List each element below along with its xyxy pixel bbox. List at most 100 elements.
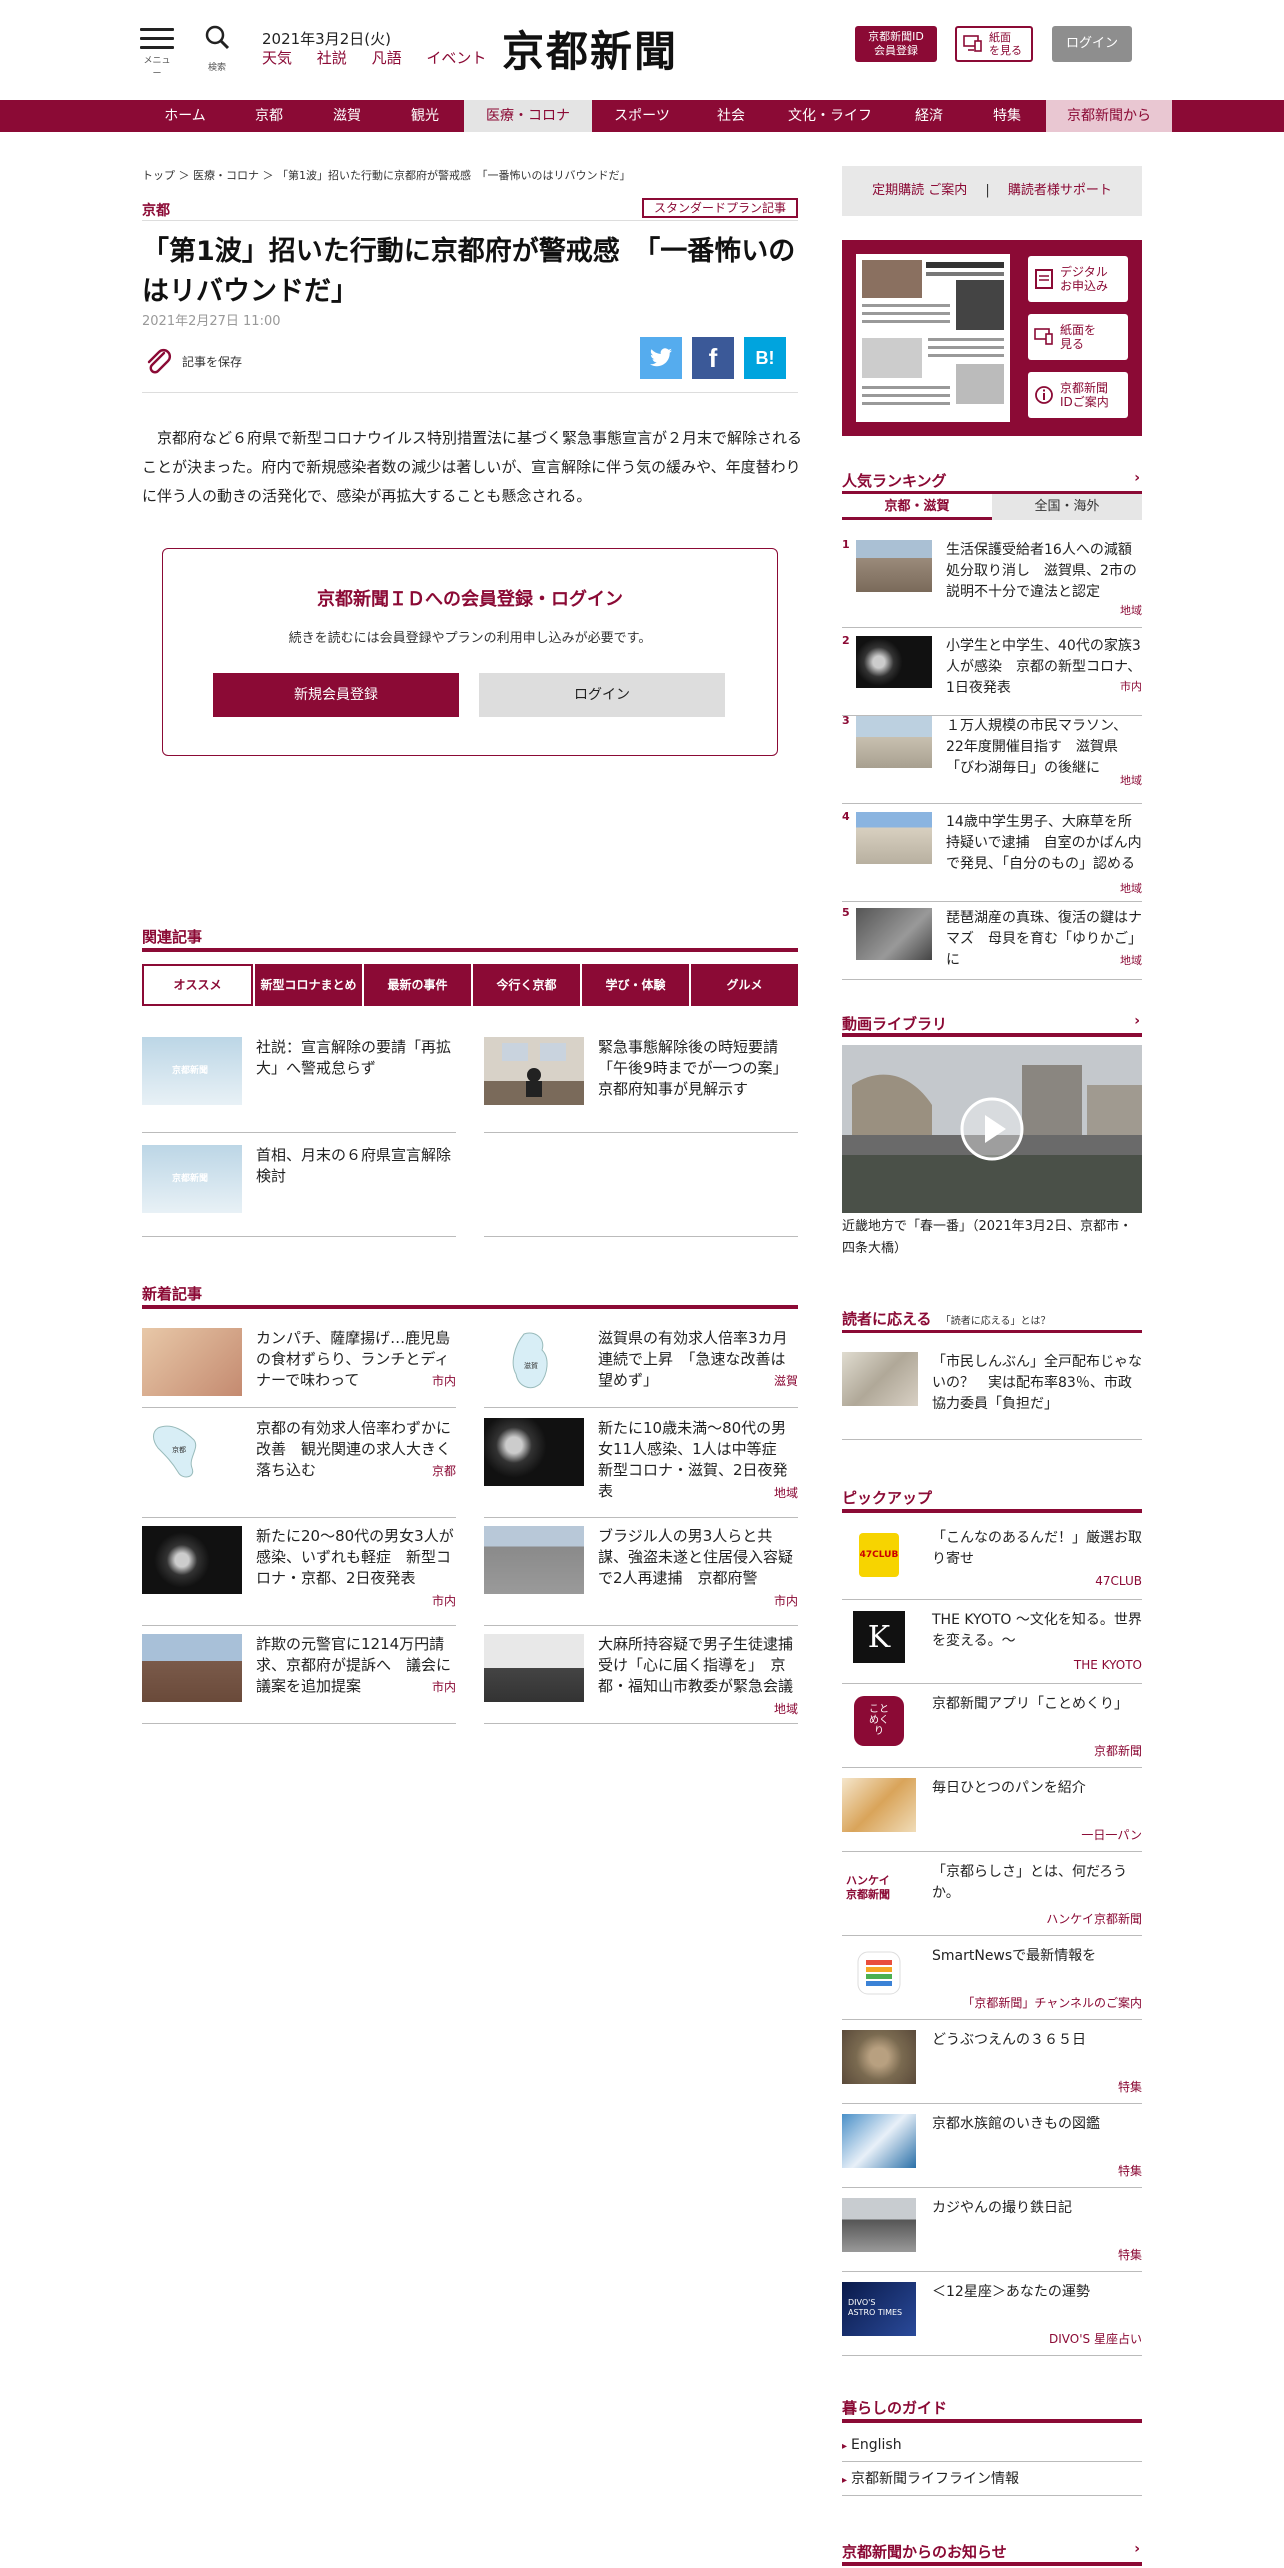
save-article-button[interactable]: 記事を保存	[142, 345, 242, 377]
login-button[interactable]: ログイン	[1052, 26, 1132, 62]
digital-subscribe-button[interactable]: デジタル お申込み	[1028, 256, 1128, 302]
ranking-thumbnail	[856, 812, 932, 864]
pickup-item[interactable]: どうぶつえんの３６５日 特集	[842, 2030, 1142, 2104]
view-paper-button[interactable]: 紙面 を見る	[955, 26, 1033, 62]
support-link[interactable]: 購読者様サポート	[1008, 183, 1112, 198]
list-item[interactable]: 京都 京都の有効求人倍率わずかに改善 観光関連の求人大きく落ち込む 京都	[142, 1418, 456, 1518]
pickup-item[interactable]: DIVO'S ASTRO TIMES ＜12星座＞あなたの運勢 DIVO'S 星…	[842, 2282, 1142, 2356]
nav-tokushu[interactable]: 特集	[968, 100, 1046, 132]
reader-thumbnail	[842, 1352, 918, 1406]
site-logo[interactable]: 京都新聞	[502, 18, 678, 79]
pickup-item[interactable]: カジやんの撮り鉄日記 特集	[842, 2198, 1142, 2272]
nav-sports[interactable]: スポーツ	[592, 100, 692, 132]
list-item[interactable]: 大麻所持容疑で男子生徒逮捕受け「心に届く指導を」 京都・福知山市教委が緊急会議 …	[484, 1634, 798, 1724]
meeting-thumbnail	[484, 1634, 584, 1702]
search-button[interactable]: 検索	[200, 24, 234, 73]
list-item[interactable]: 詐欺の元警官に1214万円請求、京都府が提訴へ 議会に議案を追加提案 市内	[142, 1634, 456, 1724]
list-item[interactable]: 京都新聞 首相、月末の６府県宣言解除検討	[142, 1145, 456, 1237]
main-nav: ホーム 京都 滋賀 観光 医療・コロナ スポーツ 社会 文化・ライフ 経済 特集…	[0, 100, 1284, 132]
nav-kanko[interactable]: 観光	[386, 100, 464, 132]
menu-button[interactable]: メニュー	[140, 28, 174, 79]
member-register-button[interactable]: 京都新聞ID 会員登録	[855, 26, 937, 62]
video-player[interactable]	[842, 1045, 1142, 1213]
id-info-button[interactable]: 京都新聞 IDご案内	[1028, 372, 1128, 418]
pickup-item[interactable]: 47CLUB 「こんなのあるんだ！」厳選お取り寄せ 47CLUB	[842, 1528, 1142, 1600]
reader-sub-link[interactable]: 「読者に応える」とは？	[941, 1316, 1051, 1327]
nav-keizai[interactable]: 経済	[890, 100, 968, 132]
twitter-share-button[interactable]	[640, 337, 682, 379]
ranking-item[interactable]: 2 小学生と中学生、40代の家族3人が感染 京都の新型コロナ、1日夜発表 市内	[842, 634, 1142, 716]
login-prompt-text: 続きを読むには会員登録やプランの利用申し込みが必要です。	[288, 631, 652, 646]
nav-iryo-corona[interactable]: 医療・コロナ	[464, 100, 592, 132]
register-button[interactable]: 新規会員登録	[213, 673, 459, 717]
facebook-share-button[interactable]: f	[692, 337, 734, 379]
ranking-heading[interactable]: 人気ランキング ›	[842, 470, 1142, 491]
play-icon[interactable]	[960, 1097, 1024, 1161]
list-item[interactable]: 新たに20～80代の男女3人が感染、いずれも軽症 新型コロナ・京都、2日夜発表 …	[142, 1526, 456, 1626]
view-paper-side-button[interactable]: 紙面を 見る	[1028, 314, 1128, 360]
link-editorial[interactable]: 社説	[317, 49, 347, 67]
link-bongo[interactable]: 凡語	[372, 49, 402, 67]
video-caption[interactable]: 近畿地方で「春一番」（2021年3月2日、京都市・四条大橋）	[842, 1216, 1142, 1260]
tab-latest-incidents[interactable]: 最新の事件	[364, 964, 471, 1006]
article-category[interactable]: 京都	[142, 200, 170, 220]
pickup-item[interactable]: K THE KYOTO ～文化を知る。世界を変える。～ THE KYOTO	[842, 1610, 1142, 1684]
pickup-item[interactable]: 京都水族館のいきもの図鑑 特集	[842, 2114, 1142, 2188]
newspaper-image[interactable]	[856, 254, 1010, 422]
guide-link-lifeline[interactable]: 京都新聞ライフライン情報	[842, 2462, 1142, 2496]
list-item[interactable]: 緊急事態解除後の時短要請「午後9時までが一つの案」 京都府知事が見解示す	[484, 1037, 798, 1133]
list-item[interactable]: ブラジル人の男3人らと共謀、強盗未遂と住居侵入容疑で2人再逮捕 京都府警 市内	[484, 1526, 798, 1626]
ranking-heading-label: 人気ランキング	[842, 472, 947, 490]
facebook-icon: f	[708, 342, 718, 373]
tab-corona-summary[interactable]: 新型コロナまとめ	[255, 964, 362, 1006]
subscribe-link[interactable]: 定期購読 ご案内	[872, 183, 967, 198]
reader-heading[interactable]: 読者に応える 「読者に応える」とは？	[842, 1308, 1142, 1329]
pickup-item[interactable]: こと めく り 京都新聞アプリ「ことめくり」 京都新聞	[842, 1694, 1142, 1768]
ranking-item-tag: 市内	[1120, 680, 1142, 693]
ranking-item[interactable]: 4 14歳中学生男子、大麻草を所持疑いで逮捕 自室のかばん内で発見、「自分のもの…	[842, 810, 1142, 902]
list-item-empty	[484, 1145, 798, 1237]
link-weather[interactable]: 天気	[262, 49, 292, 67]
ranking-item-title: 14歳中学生男子、大麻草を所持疑いで逮捕 自室のかばん内で発見、「自分のもの」認…	[946, 814, 1142, 872]
nav-culture-life[interactable]: 文化・ライフ	[770, 100, 890, 132]
video-heading[interactable]: 動画ライブラリ ›	[842, 1013, 1142, 1034]
tab-learn[interactable]: 学び・体験	[582, 964, 689, 1006]
hankei-logo: ハンケイ 京都新聞	[842, 1862, 916, 1916]
notice-heading[interactable]: 京都新聞からのお知らせ ›	[842, 2541, 1142, 2562]
guide-link-english[interactable]: English	[842, 2428, 1142, 2462]
list-item-title: 滋賀県の有効求人倍率3カ月連続で上昇 「急速な改善は望めず」	[598, 1329, 788, 1389]
ranking-item[interactable]: 3 １万人規模の市民マラソン、22年度開催目指す 滋賀県「びわ湖毎日」の後継に …	[842, 714, 1142, 804]
pickup-item[interactable]: ハンケイ 京都新聞 「京都らしさ」とは、何だろうか。 ハンケイ京都新聞	[842, 1862, 1142, 1936]
pickup-item-tag: THE KYOTO	[1073, 1658, 1142, 1672]
tab-gourmet[interactable]: グルメ	[691, 964, 798, 1006]
list-item[interactable]: 京都新聞 社説：宣言解除の要請「再拡大」へ警戒怠らず	[142, 1037, 456, 1133]
reader-item-title: 「市民しんぶん」全戸配布じゃないの？ 実は配布率83％、市政協力委員「負担だ」	[932, 1354, 1142, 1412]
breadcrumb[interactable]: トップ ＞ 医療・コロナ ＞ 「第1波」招いた行動に京都府が警戒感 「一番怖いの…	[142, 167, 630, 183]
list-item[interactable]: 滋賀 滋賀県の有効求人倍率3カ月連続で上昇 「急速な改善は望めず」 滋賀	[484, 1328, 798, 1408]
pickup-item-tag: 京都新聞	[1093, 1744, 1142, 1758]
nav-home[interactable]: ホーム	[140, 100, 230, 132]
nav-kyoto[interactable]: 京都	[230, 100, 308, 132]
tab-recommended[interactable]: オススメ	[142, 964, 253, 1006]
reader-item[interactable]: 「市民しんぶん」全戸配布じゃないの？ 実は配布率83％、市政協力委員「負担だ」	[842, 1352, 1142, 1440]
login-prompt: 京都新聞ＩＤへの会員登録・ログイン 続きを読むには会員登録やプランの利用申し込み…	[162, 548, 778, 756]
nav-shakai[interactable]: 社会	[692, 100, 770, 132]
ranking-item[interactable]: 1 生活保護受給者16人への減額処分取り消し 滋賀県、2市の説明不十分で違法と認…	[842, 538, 1142, 628]
list-item[interactable]: 新たに10歳未満～80代の男女11人感染、1人は中等症 新型コロナ・滋賀、2日夜…	[484, 1418, 798, 1518]
login-prompt-title: 京都新聞ＩＤへの会員登録・ログイン	[317, 589, 623, 610]
nav-from-kyoto-np[interactable]: 京都新聞から	[1046, 100, 1172, 132]
ranking-item[interactable]: 5 琵琶湖産の真珠、復活の鍵はナマズ 母貝を育む「ゆりかご」に 地域	[842, 906, 1142, 980]
login-box-button[interactable]: ログイン	[479, 673, 725, 717]
tab-national-world[interactable]: 全国・海外	[992, 494, 1142, 520]
pickup-item-tag: DIVO'S 星座占い	[1049, 2332, 1142, 2346]
hatena-share-button[interactable]: B!	[744, 337, 786, 379]
nav-shiga[interactable]: 滋賀	[308, 100, 386, 132]
chevron-right-icon: ›	[1134, 470, 1140, 486]
pickup-item[interactable]: SmartNewsで最新情報を 「京都新聞」チャンネルのご案内	[842, 1946, 1142, 2020]
link-event[interactable]: イベント	[426, 49, 486, 67]
tab-go-kyoto[interactable]: 今行く京都	[473, 964, 580, 1006]
digital-subscribe-label: デジタル お申込み	[1060, 265, 1109, 293]
list-item[interactable]: カンパチ、薩摩揚げ…鹿児島の食材ずらり、ランチとディナーで味わって 市内	[142, 1328, 456, 1408]
tab-kyoto-shiga[interactable]: 京都・滋賀	[842, 494, 992, 520]
pickup-item[interactable]: 毎日ひとつのパンを紹介 一日一パン	[842, 1778, 1142, 1852]
